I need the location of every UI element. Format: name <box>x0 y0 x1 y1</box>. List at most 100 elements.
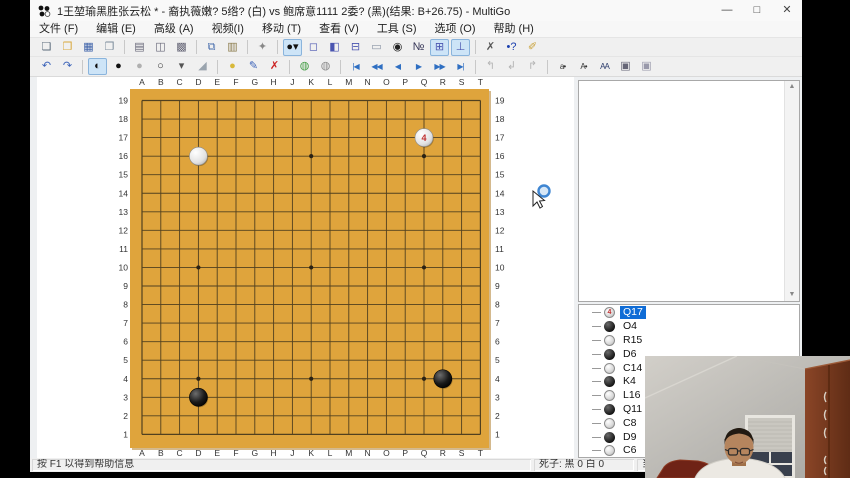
label-stone-icon[interactable]: ● <box>223 58 242 75</box>
tree-move-label[interactable]: C8 <box>620 417 639 430</box>
comment-scrollbar[interactable]: ▲ ▼ <box>784 81 799 301</box>
nav-forward10-icon[interactable]: ▶▶ <box>430 58 449 75</box>
star-point-Q16 <box>422 154 426 158</box>
scroll-up-icon[interactable]: ▲ <box>785 81 799 93</box>
stone-view-icon[interactable]: ◉ <box>388 39 407 56</box>
branch-up-icon[interactable]: ↰ <box>481 58 500 75</box>
context-help-icon[interactable]: •? <box>502 39 521 56</box>
nav-first-icon[interactable]: |◀ <box>346 58 365 75</box>
new-file-icon[interactable]: ❏ <box>37 39 56 56</box>
nav-back-icon[interactable]: ◀ <box>388 58 407 75</box>
stamp-black-icon[interactable]: ▣ <box>616 58 635 75</box>
branch-next-icon[interactable]: ↱ <box>523 58 542 75</box>
close-button[interactable]: ✕ <box>772 0 802 21</box>
menu-item-7[interactable]: 选项 (O) <box>426 21 485 37</box>
tree-move-label[interactable]: D6 <box>620 348 639 361</box>
menu-item-5[interactable]: 查看 (V) <box>310 21 368 37</box>
branch-prev-icon[interactable]: ↲ <box>502 58 521 75</box>
menu-item-8[interactable]: 帮助 (H) <box>485 21 543 37</box>
last-move-number: 4 <box>421 133 426 143</box>
board-coordinate: P <box>402 77 408 87</box>
globe-gray-icon[interactable]: ◍ <box>316 58 335 75</box>
redo-icon[interactable]: ↷ <box>58 58 77 75</box>
toolbar-separator <box>340 60 341 74</box>
black-stone-icon[interactable]: ● <box>109 58 128 75</box>
board-quarter-view-icon[interactable]: ⊟ <box>346 39 365 56</box>
tree-move-label[interactable]: L16 <box>620 389 644 402</box>
tree-move-label[interactable]: R15 <box>620 334 645 347</box>
menu-item-2[interactable]: 高级 (A) <box>145 21 203 37</box>
menu-item-3[interactable]: 视频(I) <box>203 21 253 37</box>
circle-mark-icon[interactable]: ○ <box>151 58 170 75</box>
tree-move-item-Q17[interactable]: 4Q17 <box>579 306 799 320</box>
black-stone-menu-icon[interactable]: ●▾ <box>283 39 302 56</box>
open-folder-icon[interactable]: ❒ <box>58 39 77 56</box>
minimize-button[interactable]: — <box>712 0 742 21</box>
tree-connector <box>592 395 601 396</box>
comment-panel[interactable]: ▲ ▼ <box>578 80 800 302</box>
maximize-button[interactable]: □ <box>742 0 772 21</box>
alternate-stones-icon[interactable]: ◐ <box>88 58 107 75</box>
board-half-view-icon[interactable]: ◧ <box>325 39 344 56</box>
tree-layout-icon[interactable]: ⊥ <box>451 39 470 56</box>
board-small-view-icon[interactable]: ▭ <box>367 39 386 56</box>
tree-move-label[interactable]: K4 <box>620 375 639 388</box>
toolbar-separator <box>124 40 125 54</box>
copy-icon[interactable]: ⧉ <box>202 39 221 56</box>
delete-move-icon[interactable]: ✗ <box>265 58 284 75</box>
copy-board-icon[interactable]: ▩ <box>172 39 191 56</box>
black-stone-icon <box>604 376 615 387</box>
edit-move-icon[interactable]: ✎ <box>244 58 263 75</box>
tree-move-item-R15[interactable]: R15 <box>579 334 799 348</box>
white-stone-icon[interactable]: ● <box>130 58 149 75</box>
globe-icon[interactable]: ◍ <box>295 58 314 75</box>
tree-move-label[interactable]: Q17 <box>620 306 646 319</box>
save-as-icon[interactable]: ❐ <box>100 39 119 56</box>
tree-move-label[interactable]: C14 <box>620 362 645 375</box>
paste-icon[interactable]: ▥ <box>223 39 242 56</box>
label-A-icon[interactable]: A• <box>574 58 593 75</box>
webcam-wardrobe <box>805 360 850 478</box>
go-board[interactable]: AABBCCDDEEFFGGHHJJKKLLMMNNOOPPQQRRSSTT19… <box>37 77 574 458</box>
tree-connector <box>592 423 601 424</box>
black-stone-icon <box>604 349 615 360</box>
tree-move-label[interactable]: C6 <box>620 444 639 457</box>
board-coordinate: 16 <box>119 151 129 161</box>
print-icon[interactable]: ▤ <box>130 39 149 56</box>
tree-view-icon[interactable]: ⊞ <box>430 39 449 56</box>
board-coordinate: 2 <box>123 411 128 421</box>
customize-icon[interactable]: ✗ <box>481 39 500 56</box>
tree-move-label[interactable]: D9 <box>620 431 639 444</box>
game-info-icon[interactable]: ✦ <box>253 39 272 56</box>
board-panel[interactable]: AABBCCDDEEFFGGHHJJKKLLMMNNOOPPQQRRSSTT19… <box>37 77 574 458</box>
board-coordinate: T <box>478 448 483 458</box>
board-coordinate: F <box>233 77 238 87</box>
title-bar[interactable]: 1王堃瑜黑胜张云松 * - 裔执薇嫩? 5绺? (白) vs 鲍席意1111 2… <box>30 0 802 22</box>
menu-item-1[interactable]: 编辑 (E) <box>87 21 145 37</box>
label-a-icon[interactable]: a• <box>553 58 572 75</box>
mark-dropdown-icon[interactable]: ▾ <box>172 58 191 75</box>
tree-move-label[interactable]: O4 <box>620 320 640 333</box>
find-move-icon[interactable]: AA <box>595 58 614 75</box>
eraser-icon[interactable]: ◢ <box>193 58 212 75</box>
window-title: 1王堃瑜黑胜张云松 * - 裔执薇嫩? 5绺? (白) vs 鲍席意1111 2… <box>57 3 712 19</box>
board-coordinate: Q <box>421 77 428 87</box>
menu-item-6[interactable]: 工具 (S) <box>368 21 426 37</box>
move-number-view-icon[interactable]: № <box>409 39 428 56</box>
scroll-down-icon[interactable]: ▼ <box>785 289 799 301</box>
save-icon[interactable]: ▦ <box>79 39 98 56</box>
board-full-view-icon[interactable]: ◻ <box>304 39 323 56</box>
board-coordinate: 4 <box>495 374 500 384</box>
menu-item-0[interactable]: 文件 (F) <box>30 21 87 37</box>
tree-move-item-O4[interactable]: O4 <box>579 320 799 334</box>
star-point-D4 <box>196 377 200 381</box>
print-preview-icon[interactable]: ◫ <box>151 39 170 56</box>
nav-forward-icon[interactable]: ▶ <box>409 58 428 75</box>
undo-icon[interactable]: ↶ <box>37 58 56 75</box>
stamp-white-icon[interactable]: ▣ <box>637 58 656 75</box>
nav-back10-icon[interactable]: ◀◀ <box>367 58 386 75</box>
nav-last-icon[interactable]: ▶| <box>451 58 470 75</box>
brush-icon[interactable]: ✐ <box>523 39 542 56</box>
tree-move-label[interactable]: Q11 <box>620 403 645 416</box>
menu-item-4[interactable]: 移动 (T) <box>253 21 310 37</box>
